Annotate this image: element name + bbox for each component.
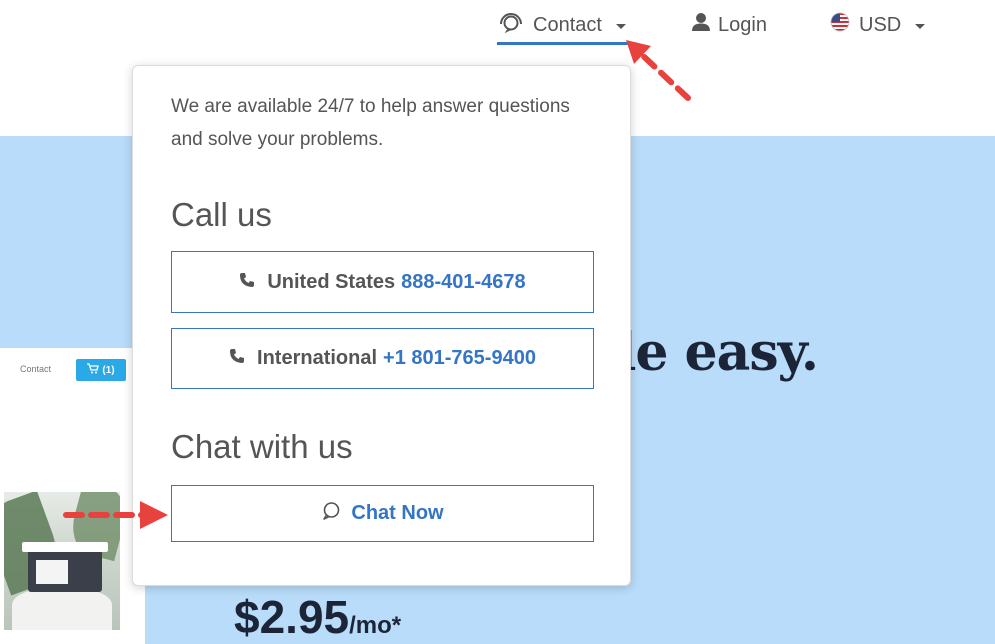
hero-headline: de easy. (600, 322, 819, 383)
call-us-heading: Call us (171, 196, 272, 233)
annotation-arrow-contact (626, 40, 691, 101)
preview-contact-link: Contact (20, 364, 52, 374)
phone-number: +1 801-765-9400 (383, 347, 536, 369)
annotation-arrow-chat (63, 501, 168, 529)
contact-dropdown: We are available 24/7 to help answer que… (132, 65, 631, 586)
currency-label: USD (859, 13, 902, 36)
contact-active-underline (497, 42, 632, 45)
contact-label: Contact (533, 13, 602, 36)
price-period: /mo* (349, 612, 402, 639)
us-flag-icon (829, 11, 851, 39)
price-amount: $2.95 (234, 591, 350, 643)
product-preview: Contact (1) (0, 348, 145, 644)
cart-count: (1) (102, 364, 115, 376)
cart-icon (87, 363, 100, 377)
phone-icon (239, 271, 255, 294)
call-us-phone-button[interactable]: United States 888-401-4678 (171, 251, 594, 313)
chevron-down-icon (615, 23, 626, 29)
user-icon (690, 11, 712, 39)
chat-with-us-heading: Chat with us (171, 428, 353, 465)
currency-selector[interactable]: USD (829, 10, 926, 40)
chat-now-button[interactable]: Chat Now (171, 485, 594, 542)
login-link[interactable]: Login (690, 10, 767, 40)
chat-bubble-icon (321, 501, 341, 527)
contact-menu[interactable]: Contact (497, 10, 632, 45)
chat-now-label: Chat Now (351, 502, 444, 524)
phone-country-label: United States (267, 270, 396, 293)
headset-icon (497, 11, 525, 39)
call-international-phone-button[interactable]: International +1 801-765-9400 (171, 328, 594, 389)
phone-country-label: International (257, 347, 378, 369)
phone-icon (229, 347, 245, 370)
preview-cart-button: (1) (76, 359, 126, 381)
login-label: Login (718, 13, 767, 36)
chevron-down-icon (915, 23, 926, 29)
top-navigation: Contact Login USD (0, 0, 995, 60)
dropdown-intro-text: We are available 24/7 to help answer que… (171, 96, 570, 150)
price-tag: $2.95/mo* (234, 590, 401, 644)
phone-number: 888-401-4678 (401, 270, 526, 293)
